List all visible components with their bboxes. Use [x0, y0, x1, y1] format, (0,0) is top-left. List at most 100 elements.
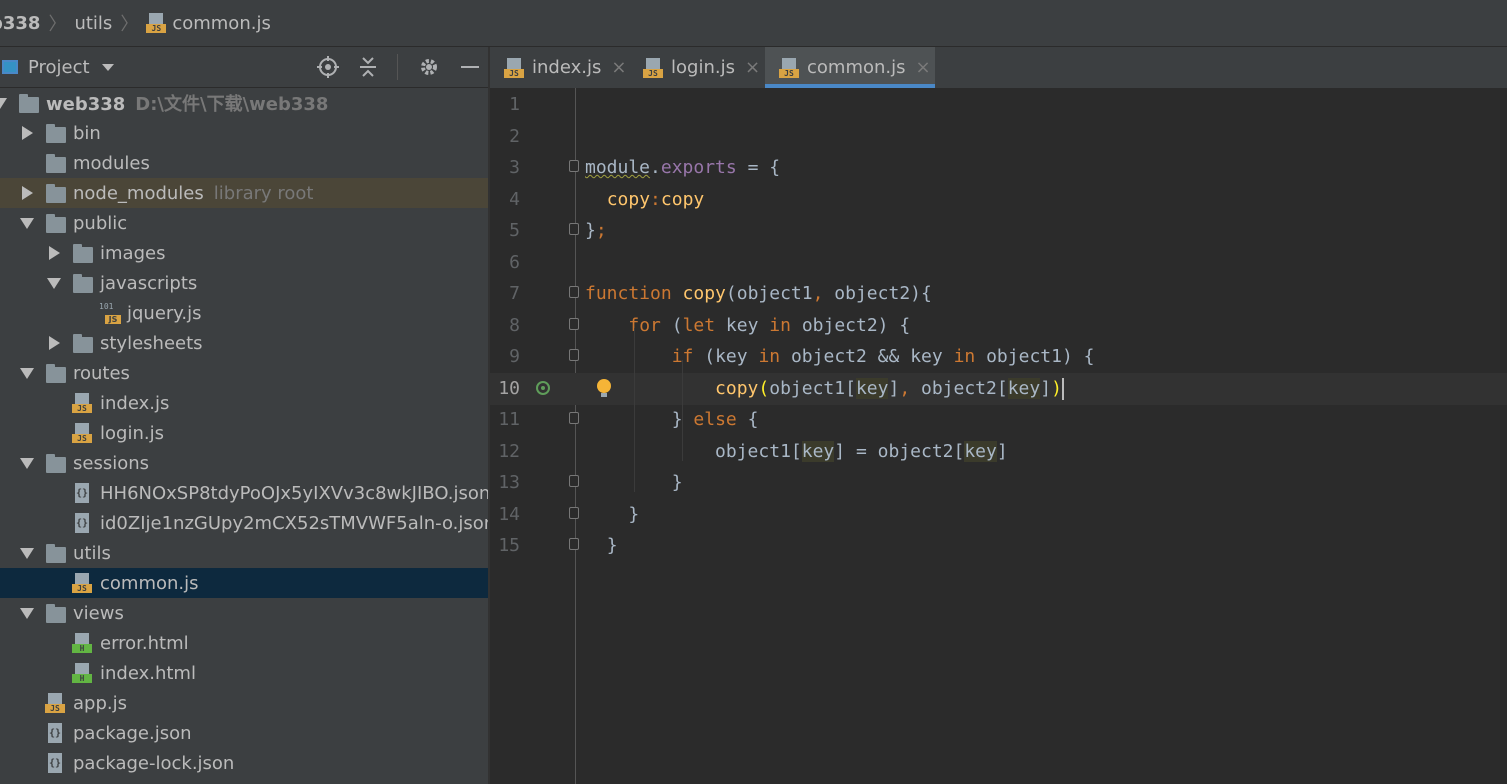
line-number[interactable]: 14: [490, 499, 520, 531]
expand-right-icon[interactable]: [49, 336, 60, 350]
breadcrumb-project[interactable]: b338: [0, 13, 40, 34]
expand-down-icon[interactable]: [20, 548, 34, 559]
tree-item[interactable]: modules: [0, 148, 488, 178]
folder-icon: [46, 154, 66, 173]
line-number[interactable]: 8: [490, 310, 520, 342]
expand-down-icon[interactable]: [20, 368, 34, 379]
line-number[interactable]: 4: [490, 184, 520, 216]
fold-marker-icon[interactable]: [569, 286, 579, 298]
line-number[interactable]: 2: [490, 121, 520, 153]
line-number[interactable]: 5: [490, 215, 520, 247]
code-line[interactable]: 4 copy:copy: [490, 184, 1507, 216]
line-number[interactable]: 15: [490, 530, 520, 562]
fold-marker-icon[interactable]: [569, 412, 579, 424]
line-number[interactable]: 7: [490, 278, 520, 310]
js-file-icon: JS: [504, 57, 524, 78]
project-tree: web338 D:\文件\下载\web338 bin modules node_modu…: [0, 88, 488, 784]
tree-item[interactable]: JS login.js: [0, 418, 488, 448]
tree-item[interactable]: sessions: [0, 448, 488, 478]
code-line[interactable]: 5};: [490, 215, 1507, 247]
folder-icon: [46, 214, 66, 233]
gear-icon[interactable]: [418, 56, 440, 78]
code-line[interactable]: 11 } else {: [490, 404, 1507, 436]
tree-item[interactable]: JS common.js: [0, 568, 488, 598]
expand-right-icon[interactable]: [49, 246, 60, 260]
line-number[interactable]: 6: [490, 247, 520, 279]
tree-item[interactable]: Herror.html: [0, 628, 488, 658]
fold-marker-icon[interactable]: [569, 349, 579, 361]
minimize-icon[interactable]: [460, 56, 480, 78]
folder-icon: [46, 124, 66, 143]
line-number[interactable]: 3: [490, 152, 520, 184]
expand-right-icon[interactable]: [22, 126, 33, 140]
code-line[interactable]: 1: [490, 89, 1507, 121]
expand-down-icon[interactable]: [20, 458, 34, 469]
tree-item[interactable]: views: [0, 598, 488, 628]
tree-item[interactable]: Hindex.html: [0, 658, 488, 688]
code-line[interactable]: 15 }: [490, 530, 1507, 562]
tree-item[interactable]: javascripts: [0, 268, 488, 298]
code-line[interactable]: 7 function copy(object1, object2){: [490, 278, 1507, 310]
code-line[interactable]: 10 copy(object1[key], object2[key]): [490, 372, 1507, 405]
code-line[interactable]: 2: [490, 121, 1507, 153]
fold-marker-icon[interactable]: [569, 538, 579, 550]
line-number[interactable]: 11: [490, 404, 520, 436]
tree-item[interactable]: public: [0, 208, 488, 238]
expand-down-icon[interactable]: [20, 218, 34, 229]
tree-item-name: login.js: [100, 422, 164, 444]
editor-tab[interactable]: JS index.js ×: [490, 47, 629, 88]
code-line[interactable]: 6: [490, 247, 1507, 279]
code-line[interactable]: 3 module.exports = {: [490, 152, 1507, 184]
breadcrumb-utils[interactable]: utils: [74, 13, 112, 34]
fold-marker-icon[interactable]: [569, 223, 579, 235]
tree-item[interactable]: images: [0, 238, 488, 268]
code-line[interactable]: 14 }: [490, 499, 1507, 531]
code-line[interactable]: 13 }: [490, 467, 1507, 499]
tree-item[interactable]: JS index.js: [0, 388, 488, 418]
fold-marker-icon[interactable]: [569, 160, 579, 172]
line-number[interactable]: 1: [490, 89, 520, 121]
expand-down-icon[interactable]: [47, 278, 61, 289]
tree-item[interactable]: {} package.json: [0, 718, 488, 748]
tree-item[interactable]: JS app.js: [0, 688, 488, 718]
code-editor[interactable]: 1 2 3 module.exports = {4 copy:copy 5}; 6 7 fun…: [490, 88, 1507, 784]
code-line[interactable]: 8 for (let key in object2) {: [490, 310, 1507, 342]
breadcrumb-separator-icon: 〉: [120, 14, 139, 35]
locate-icon[interactable]: [317, 56, 339, 78]
tree-item-label: login.js: [100, 423, 164, 444]
chevron-down-icon[interactable]: [101, 63, 114, 71]
tree-item[interactable]: 101 JS jquery.js: [0, 298, 488, 328]
breadcrumb-separator-icon: 〉: [48, 14, 67, 35]
expand-down-icon[interactable]: [0, 98, 7, 109]
fold-marker-icon[interactable]: [569, 317, 579, 330]
tree-item[interactable]: {} HH6NOxSP8tdyPoOJx5yIXVv3c8wkJIBO.json: [0, 478, 488, 508]
tree-item[interactable]: utils: [0, 538, 488, 568]
expand-down-icon[interactable]: [20, 608, 34, 619]
line-number[interactable]: 12: [490, 436, 520, 468]
expand-right-icon[interactable]: [22, 186, 33, 200]
tree-item[interactable]: stylesheets: [0, 328, 488, 358]
project-panel-title[interactable]: Project: [28, 57, 90, 78]
close-icon[interactable]: ×: [916, 57, 931, 78]
tree-item[interactable]: {} package-lock.json: [0, 748, 488, 778]
tree-item[interactable]: routes: [0, 358, 488, 388]
collapse-all-icon[interactable]: [359, 56, 377, 78]
tree-item-label: id0ZIje1nzGUpy2mCX52sTMVWF5aln-o.json: [100, 513, 488, 534]
breadcrumb-file[interactable]: JS common.js: [146, 13, 271, 34]
code-line[interactable]: 9 if (key in object2 && key in object1) …: [490, 341, 1507, 373]
close-icon[interactable]: ×: [745, 57, 760, 78]
close-icon[interactable]: ×: [611, 57, 626, 78]
fold-marker-icon[interactable]: [569, 475, 579, 487]
tree-item[interactable]: bin: [0, 118, 488, 148]
tree-item[interactable]: web338 D:\文件\下载\web338: [0, 88, 488, 118]
line-number[interactable]: 13: [490, 467, 520, 499]
editor-tab[interactable]: JS login.js ×: [629, 47, 765, 88]
tree-item[interactable]: node_modules library root: [0, 178, 488, 208]
line-number[interactable]: 10: [490, 373, 520, 405]
code-line[interactable]: 12 object1[key] = object2[key]: [490, 436, 1507, 468]
tree-item[interactable]: {} id0ZIje1nzGUpy2mCX52sTMVWF5aln-o.json: [0, 508, 488, 538]
editor-tab[interactable]: JS common.js ×: [765, 47, 935, 88]
line-number[interactable]: 9: [490, 341, 520, 373]
fold-marker-icon[interactable]: [569, 506, 579, 519]
tree-item-name: javascripts: [100, 272, 198, 294]
